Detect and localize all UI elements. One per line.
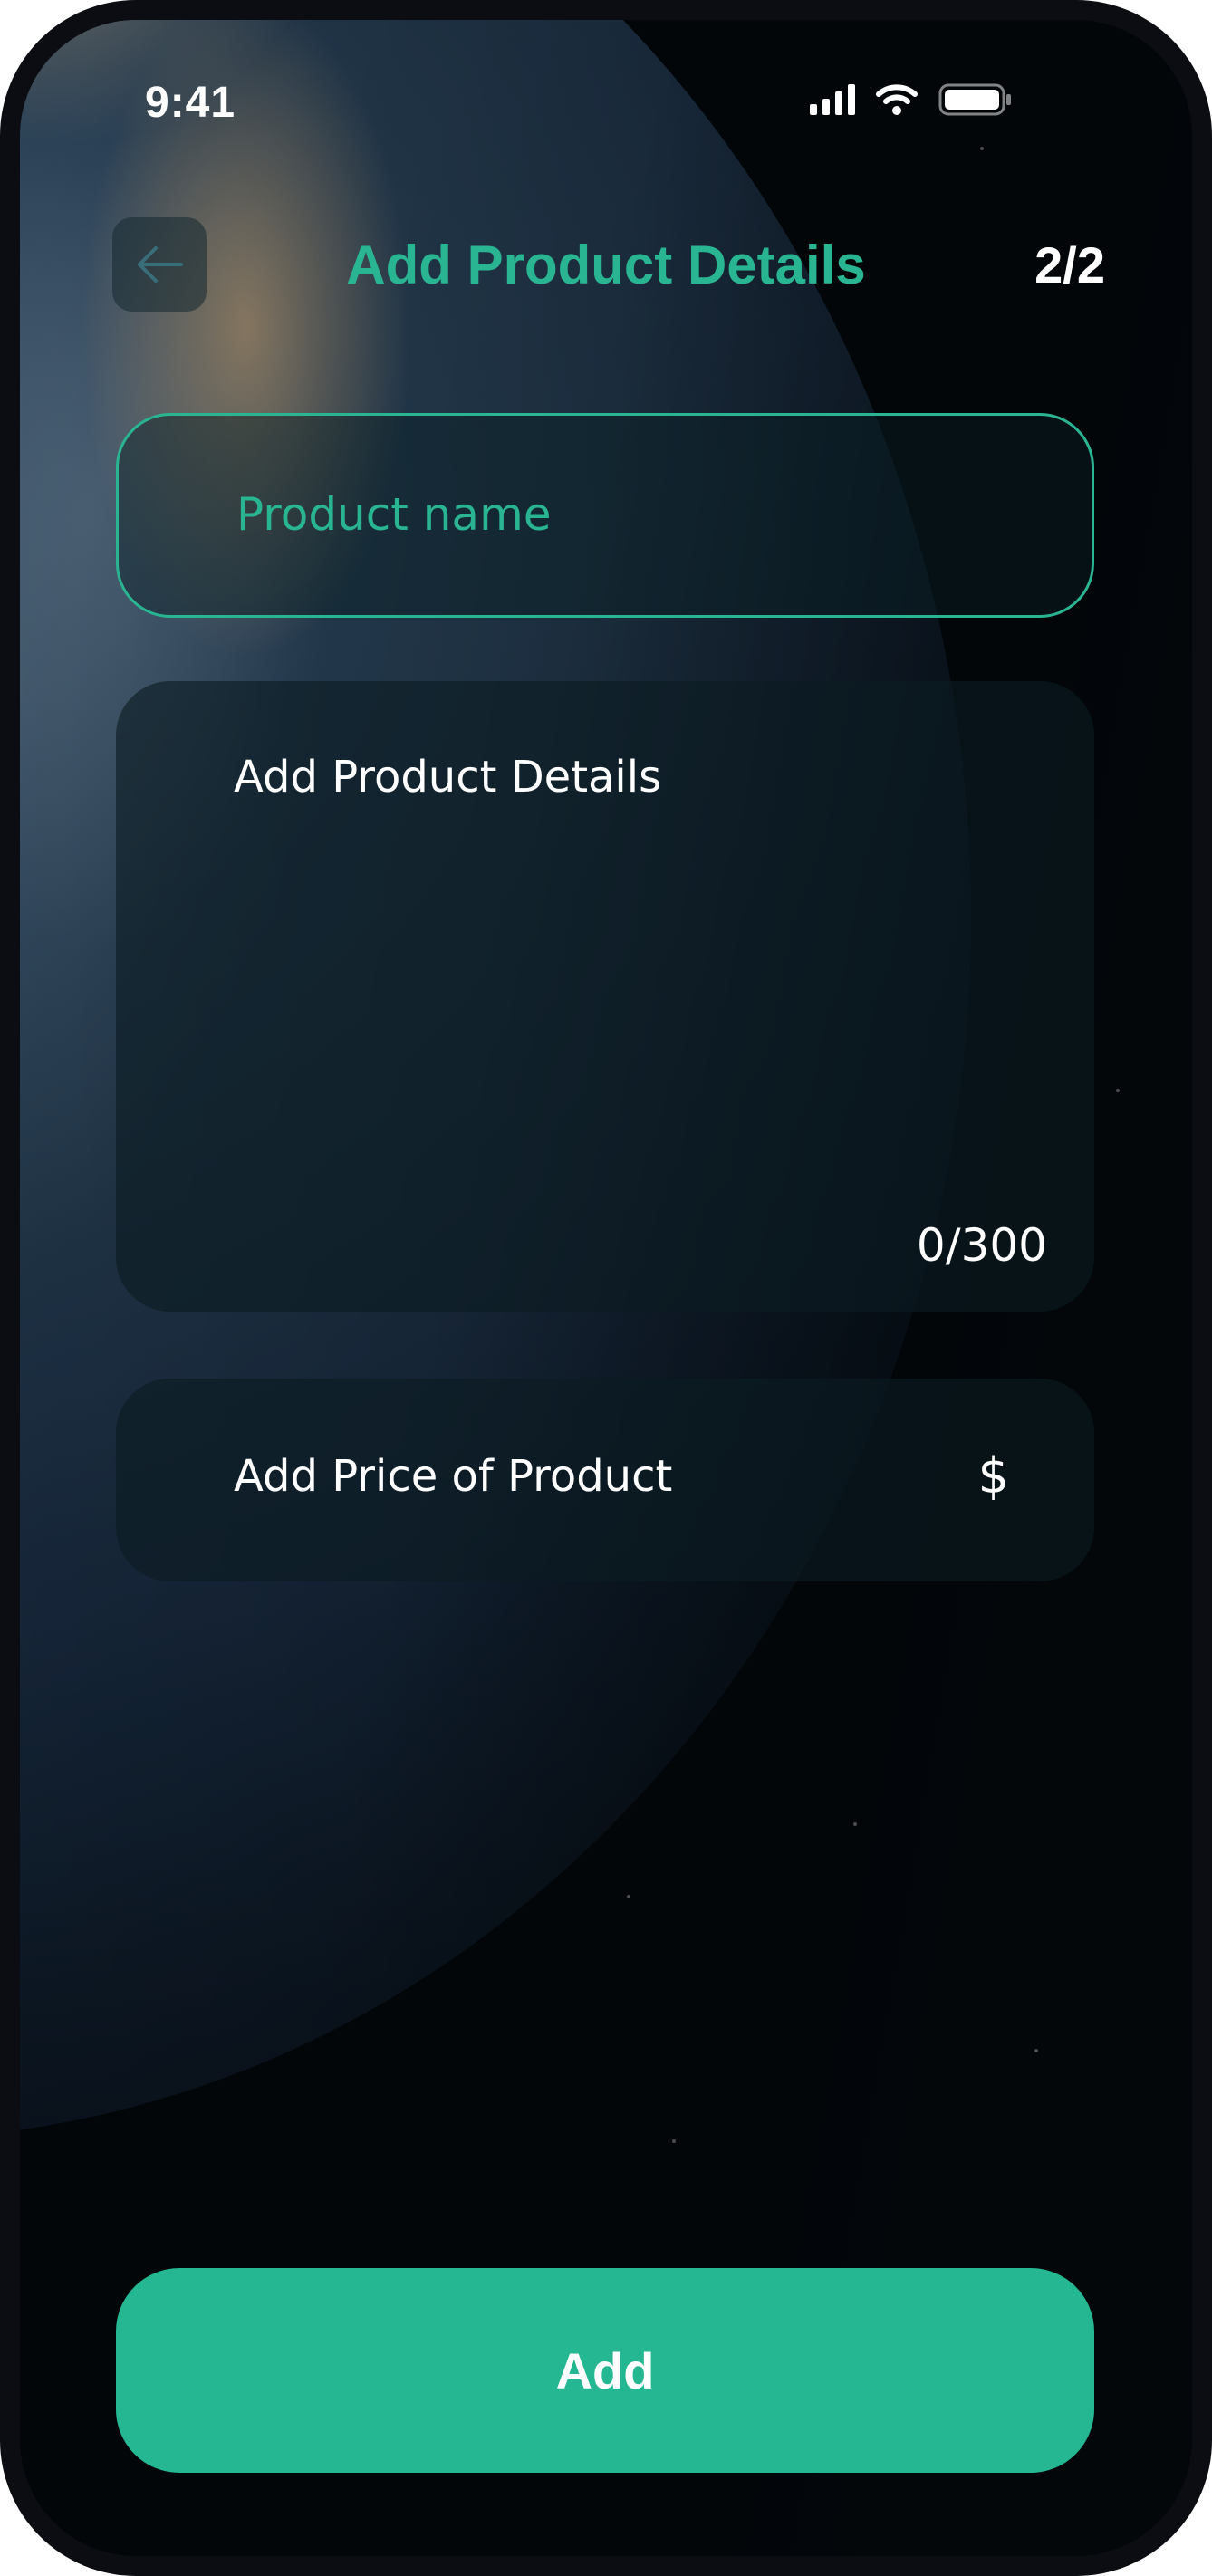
- star: [1116, 1089, 1120, 1092]
- star: [1034, 2049, 1038, 2052]
- price-field[interactable]: Add Price of Product $: [116, 1379, 1094, 1581]
- page-title: Add Product Details: [346, 235, 866, 295]
- star: [672, 2139, 676, 2143]
- star: [853, 1822, 857, 1826]
- star: [980, 147, 984, 150]
- status-time: 9:41: [145, 79, 236, 127]
- phone-frame: 9:41 Add Product Details 2/2 Product nam…: [0, 0, 1212, 2576]
- product-name-placeholder: Product name: [236, 488, 552, 541]
- star: [627, 1895, 630, 1898]
- add-button[interactable]: Add: [116, 2268, 1094, 2473]
- status-icons: [810, 82, 1013, 118]
- product-details-placeholder: Add Product Details: [234, 752, 662, 803]
- wifi-icon: [876, 84, 918, 115]
- step-indicator: 2/2: [1034, 236, 1105, 293]
- battery-icon: [938, 83, 1011, 116]
- product-details-textarea[interactable]: Add Product Details 0/300: [116, 681, 1094, 1312]
- product-name-field[interactable]: Product name: [116, 413, 1094, 618]
- price-placeholder: Add Price of Product: [234, 1451, 673, 1502]
- cellular-signal-icon: [810, 84, 855, 115]
- currency-symbol: $: [977, 1447, 1009, 1504]
- character-counter: 0/300: [916, 1219, 1047, 1272]
